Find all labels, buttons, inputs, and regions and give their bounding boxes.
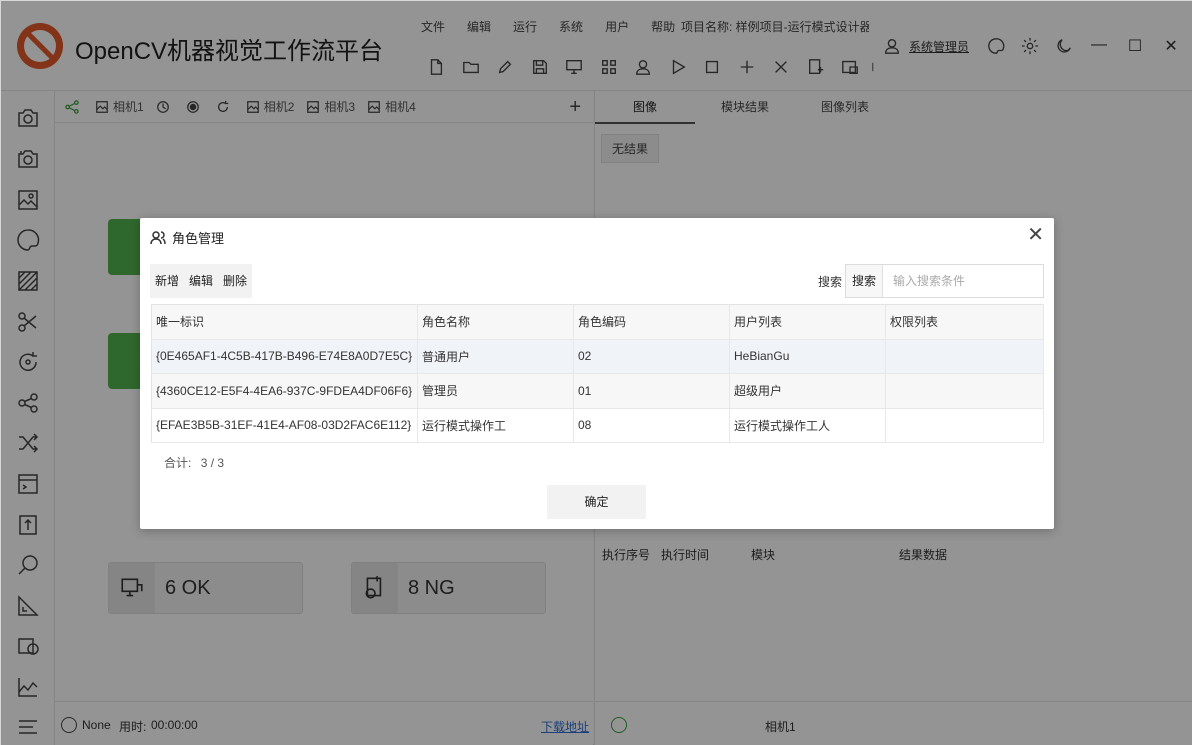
app-window: OpenCV机器视觉工作流平台 文件 编辑 运行 系统 用户 帮助 项目名称: … — [0, 0, 1192, 745]
total-count: 合计: 3 / 3 — [164, 454, 224, 471]
col-role-name[interactable]: 角色名称 — [417, 304, 574, 340]
edit-role-button[interactable]: 编辑 — [184, 264, 218, 298]
cell-role-code: 08 — [573, 408, 730, 443]
dialog-actions: 新增 编辑 删除 — [150, 264, 253, 298]
search-prefix[interactable]: 搜索 — [846, 265, 884, 297]
search-label: 搜索 — [818, 275, 843, 289]
cell-unique-id: {EFAE3B5B-31EF-41E4-AF08-03D2FAC6E112} — [151, 408, 418, 443]
table-row[interactable]: {4360CE12-E5F4-4EA6-937C-9FDEA4DF06F6} 管… — [151, 373, 1044, 409]
cell-unique-id: {0E465AF1-4C5B-417B-B496-E74E8A0D7E5C} — [151, 339, 418, 374]
total-label: 合计: — [164, 456, 192, 470]
table-row[interactable]: {0E465AF1-4C5B-417B-B496-E74E8A0D7E5C} 普… — [151, 339, 1044, 374]
col-permission-list[interactable]: 权限列表 — [885, 304, 1044, 340]
cell-permission-list — [885, 339, 1044, 374]
col-role-code[interactable]: 角色编码 — [573, 304, 730, 340]
total-value: 3 / 3 — [200, 456, 225, 470]
dialog-close-button[interactable]: ✕ — [1027, 225, 1044, 245]
confirm-button[interactable]: 确定 — [547, 485, 646, 519]
role-management-dialog: 角色管理 ✕ 新增 编辑 删除 搜索 搜索 唯一标识 角色名称 角色编码 用户列… — [140, 218, 1054, 529]
cell-user-list: 超级用户 — [729, 373, 886, 409]
cell-permission-list — [885, 408, 1044, 443]
cell-role-code: 01 — [573, 373, 730, 409]
users-icon — [150, 230, 166, 244]
cell-permission-list — [885, 373, 1044, 409]
table-header-row: 唯一标识 角色名称 角色编码 用户列表 权限列表 — [151, 304, 1044, 340]
cell-user-list: 运行模式操作工人 — [729, 408, 886, 443]
role-table: 唯一标识 角色名称 角色编码 用户列表 权限列表 {0E465AF1-4C5B-… — [151, 304, 1044, 443]
cell-role-name: 运行模式操作工 — [417, 408, 574, 443]
table-row[interactable]: {EFAE3B5B-31EF-41E4-AF08-03D2FAC6E112} 运… — [151, 408, 1044, 443]
add-role-button[interactable]: 新增 — [150, 264, 184, 298]
dialog-title: 角色管理 — [150, 228, 224, 247]
delete-role-button[interactable]: 删除 — [218, 264, 252, 298]
search-box: 搜索 — [845, 264, 1044, 298]
cell-role-name: 普通用户 — [417, 339, 574, 374]
col-unique-id[interactable]: 唯一标识 — [151, 304, 418, 340]
search-input[interactable] — [883, 266, 1043, 296]
cell-role-name: 管理员 — [417, 373, 574, 409]
cell-role-code: 02 — [573, 339, 730, 374]
col-user-list[interactable]: 用户列表 — [729, 304, 886, 340]
cell-user-list: HeBianGu — [729, 339, 886, 374]
cell-unique-id: {4360CE12-E5F4-4EA6-937C-9FDEA4DF06F6} — [151, 373, 418, 409]
